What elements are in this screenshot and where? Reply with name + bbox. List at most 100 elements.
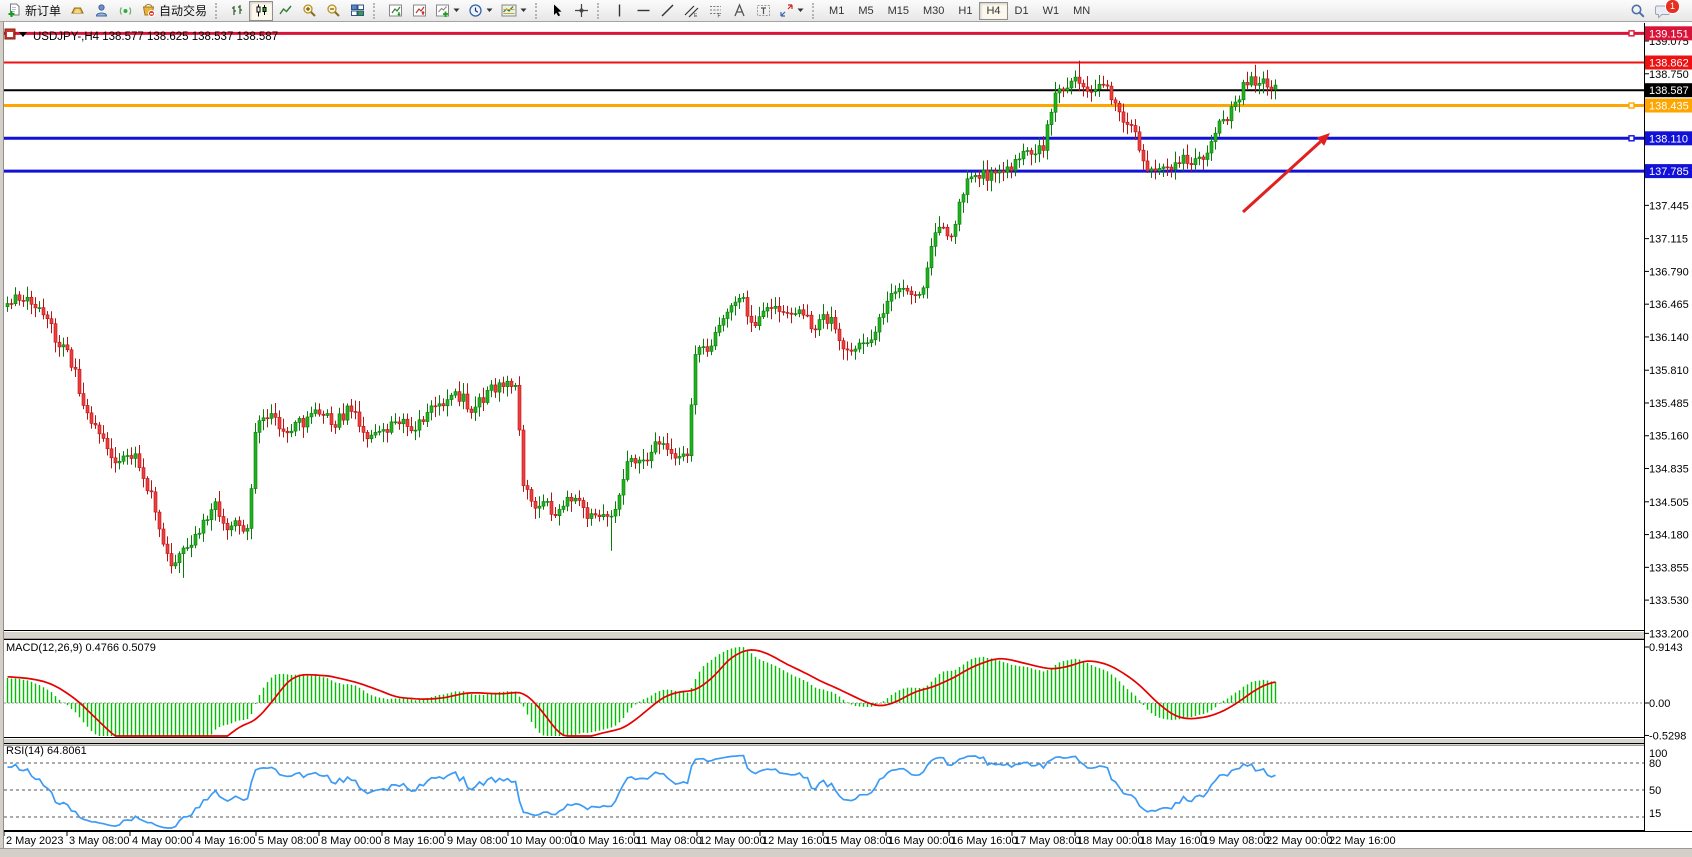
svg-text:138.110: 138.110	[1649, 133, 1688, 145]
timeframe-d1-button[interactable]: D1	[1008, 2, 1036, 20]
window-bottom-edge[interactable]	[0, 848, 1692, 857]
price-tick: 135.485	[1649, 398, 1689, 410]
signals-button[interactable]	[113, 1, 137, 21]
search-icon	[1630, 3, 1646, 19]
main-toolbar: 新订单 自动交易	[0, 0, 1692, 22]
rsi-tick: 15	[1649, 808, 1661, 820]
arrows-tool-button[interactable]	[775, 1, 808, 21]
zoom-in-button[interactable]	[297, 1, 321, 21]
line-handle	[1629, 103, 1634, 108]
price-tick: 137.445	[1649, 200, 1689, 212]
chevron-down-icon	[486, 8, 493, 13]
new-order-button[interactable]: 新订单	[3, 1, 65, 21]
cursor-tool-button[interactable]	[545, 1, 569, 21]
line-chart-icon	[278, 3, 293, 18]
time-tick: 11 May 08:00	[636, 835, 702, 847]
line-handle	[1629, 31, 1634, 36]
line-chart-mode-button[interactable]	[273, 1, 297, 21]
candle-chart-mode-button[interactable]	[249, 1, 273, 21]
timeframe-w1-button[interactable]: W1	[1036, 2, 1067, 20]
templates-button[interactable]	[497, 1, 531, 21]
fibonacci-tool-button[interactable]: F	[703, 1, 727, 21]
price-tick: 135.810	[1649, 365, 1689, 377]
timeframe-h1-button[interactable]: H1	[951, 2, 979, 20]
time-tick: 4 May 00:00	[132, 835, 193, 847]
timeframe-group: M1M5M15M30H1H4D1W1MN	[822, 2, 1097, 20]
time-tick: 4 May 16:00	[195, 835, 256, 847]
autotrading-icon	[141, 3, 156, 18]
tile-windows-button[interactable]	[345, 1, 369, 21]
period-down-button[interactable]	[383, 1, 407, 21]
periodicity-button[interactable]	[464, 1, 497, 21]
vertical-line-icon	[612, 3, 627, 18]
toolbar-separator	[373, 3, 379, 19]
candlestick-chart-icon	[254, 3, 269, 18]
bar-chart-mode-button[interactable]	[225, 1, 249, 21]
timeframe-m30-button[interactable]: M30	[916, 2, 951, 20]
price-tick: 136.140	[1649, 332, 1689, 344]
price-tick: 134.180	[1649, 530, 1689, 542]
time-tick: 18 May 00:00	[1077, 835, 1144, 847]
trendline-icon	[660, 3, 675, 18]
time-tick: 15 May 08:00	[825, 835, 892, 847]
svg-text:138.862: 138.862	[1649, 58, 1689, 70]
clock-icon	[468, 3, 483, 18]
cursor-icon	[550, 3, 565, 18]
timeframe-mn-button[interactable]: MN	[1066, 2, 1097, 20]
timeframe-h4-button[interactable]: H4	[979, 2, 1007, 20]
svg-text:138.587: 138.587	[1649, 85, 1689, 97]
chevron-down-icon	[797, 8, 804, 13]
toolbar-separator	[535, 3, 541, 19]
time-tick: 8 May 16:00	[384, 835, 445, 847]
profile-icon	[94, 3, 109, 18]
new-order-icon	[7, 3, 22, 18]
price-tick: 134.835	[1649, 464, 1689, 476]
timeframe-m5-button[interactable]: M5	[851, 2, 880, 20]
market-watch-button[interactable]	[65, 1, 89, 21]
timeframe-m1-button[interactable]: M1	[822, 2, 851, 20]
channel-tool-button[interactable]: E	[679, 1, 703, 21]
timeframe-m15-button[interactable]: M15	[881, 2, 916, 20]
vertical-line-tool-button[interactable]	[607, 1, 631, 21]
time-tick: 9 May 08:00	[447, 835, 508, 847]
text-label-tool-button[interactable]	[751, 1, 775, 21]
new-order-label: 新订单	[25, 2, 61, 19]
indicators-button[interactable]	[431, 1, 464, 21]
price-tick: 136.790	[1649, 266, 1689, 278]
chevron-down-icon	[520, 8, 527, 13]
search-button[interactable]	[1626, 1, 1650, 21]
chevron-down-icon	[453, 8, 460, 13]
time-tick: 16 May 00:00	[888, 835, 955, 847]
rsi-tick: 80	[1649, 758, 1661, 770]
autotrading-label: 自动交易	[159, 2, 207, 19]
svg-text:139.151: 139.151	[1649, 28, 1689, 40]
time-tick: 3 May 08:00	[69, 835, 130, 847]
toolbar-separator	[597, 3, 603, 19]
macd-tick: 0.9143	[1649, 642, 1683, 654]
trend-arrow	[1243, 142, 1320, 212]
chart-canvas[interactable]: MACD(12,26,9) 0.4766 0.5079RSI(14) 64.80…	[0, 0, 1692, 848]
time-tick: 18 May 16:00	[1140, 835, 1207, 847]
period-up-button[interactable]	[407, 1, 431, 21]
period-down-icon	[388, 3, 403, 18]
profile-button[interactable]	[89, 1, 113, 21]
time-tick: 5 May 08:00	[258, 835, 319, 847]
macd-histogram	[8, 647, 1276, 736]
zoom-out-button[interactable]	[321, 1, 345, 21]
signal-icon	[118, 3, 133, 18]
arrows-icon	[779, 3, 794, 18]
autotrading-button[interactable]: 自动交易	[137, 1, 211, 21]
add-indicator-icon	[435, 3, 450, 18]
text-tool-button[interactable]	[727, 1, 751, 21]
toolbar-separator	[215, 3, 221, 19]
notification-badge: 1	[1665, 0, 1680, 14]
horizontal-line-tool-button[interactable]	[631, 1, 655, 21]
macd-tick: 0.00	[1649, 698, 1670, 710]
trendline-tool-button[interactable]	[655, 1, 679, 21]
time-tick: 22 May 00:00	[1266, 835, 1333, 847]
crosshair-tool-button[interactable]	[569, 1, 593, 21]
price-tick: 134.505	[1649, 497, 1689, 509]
price-tick: 135.160	[1649, 431, 1689, 443]
text-label-icon	[756, 3, 771, 18]
notifications-button[interactable]: 1	[1650, 1, 1675, 21]
